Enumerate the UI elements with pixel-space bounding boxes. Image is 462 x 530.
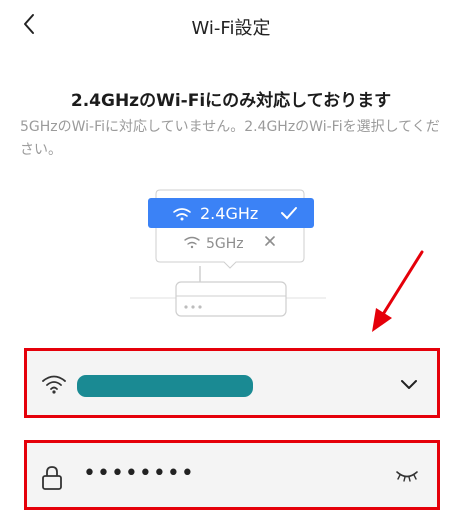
description: 5GHzのWi-Fiに対応していません。2.4GHzのWi-Fiを選択してくださ… — [20, 119, 440, 158]
lock-icon — [42, 466, 62, 490]
option-2-4ghz-label: 2.4GHz — [200, 204, 258, 223]
password-value[interactable]: •••••••• — [83, 461, 195, 486]
headline: 2.4GHzのWi-Fiにのみ対応しております — [70, 91, 392, 111]
wifi-icon — [42, 375, 66, 394]
wifi-password-field[interactable]: •••••••• — [24, 440, 440, 510]
wifi-ssid-dropdown[interactable] — [24, 348, 440, 418]
router-illustration: 2.4GHz 5GHz — [130, 189, 326, 317]
eye-closed-icon[interactable] — [395, 469, 419, 483]
header: Wi-Fi設定 — [0, 0, 462, 52]
red-arrow-icon — [372, 250, 424, 332]
option-5ghz-label: 5GHz — [206, 236, 244, 252]
ssid-value-redacted — [77, 375, 253, 397]
page-title: Wi-Fi設定 — [191, 18, 271, 39]
chevron-down-icon[interactable] — [399, 375, 419, 393]
